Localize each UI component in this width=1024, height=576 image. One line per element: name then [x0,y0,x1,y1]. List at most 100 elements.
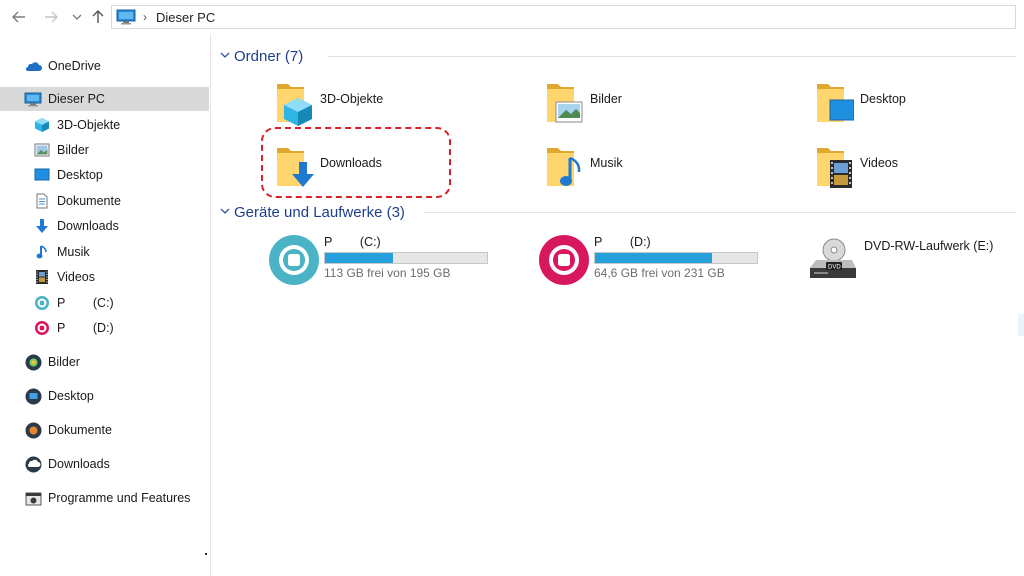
sidebar-item-label: Dokumente [48,423,112,437]
drive-c-icon [268,234,320,286]
music-note-icon [33,243,51,261]
chevron-down-icon [220,207,234,218]
drive-d-icon [33,319,51,337]
breadcrumb-dieser-pc[interactable]: Dieser PC [156,10,215,25]
sidebar-item-videos[interactable]: Videos [0,265,209,289]
sidebar-item-bilder[interactable]: Bilder [0,138,209,162]
navigation-pane: OneDrive Dieser PC 3D-Objekte Bilder Des… [0,34,211,576]
drive-tile-dvd[interactable]: DVD DVD-RW-Laufwerk (E:) [808,238,1008,298]
drive-free-space: 64,6 GB frei von 231 GB [594,266,725,280]
folder-tile-desktop[interactable]: Desktop [814,78,1014,134]
folder-pictures-icon [544,78,584,130]
group-title: Geräte und Laufwerke (3) [234,203,405,221]
sidebar-item-musik[interactable]: Musik [0,240,209,264]
sidebar-item-dokumente-app[interactable]: Dokumente [0,418,209,442]
group-header-folders[interactable]: Ordner (7) [220,45,1020,67]
address-toolbar: › Dieser PC [0,0,1024,34]
breadcrumb-separator: › [143,10,147,24]
sidebar-item-label: Desktop [57,168,103,182]
arrow-up-icon [92,10,104,23]
drive-name: P (D:) [594,235,651,249]
arrow-right-icon [45,11,58,23]
folder-music-icon [544,142,584,194]
sidebar-item-label: Bilder [57,143,89,157]
dvd-drive-icon: DVD [808,238,860,290]
address-bar[interactable]: › Dieser PC [111,5,1016,29]
chevron-down-icon [220,51,234,62]
sidebar-item-label: OneDrive [48,59,101,73]
scroll-edge [1018,314,1024,336]
film-icon [33,268,51,286]
sidebar-item-onedrive[interactable]: OneDrive [0,54,209,78]
sidebar-item-label: P (C:) [57,296,114,310]
sidebar-item-dokumente[interactable]: Dokumente [0,189,209,213]
monitor-icon [116,9,136,25]
folder-tile-bilder[interactable]: Bilder [544,78,744,134]
sidebar-item-dieser-pc[interactable]: Dieser PC [0,87,209,111]
download-arrow-icon [33,217,51,235]
scroll-indicator [205,553,207,555]
sidebar-item-label: Programme und Features [48,491,191,505]
drive-tile-c[interactable]: P (C:) 113 GB frei von 195 GB [268,234,508,294]
arrow-left-icon [12,11,25,23]
control-panel-icon [24,489,42,507]
folder-videos-icon [814,142,854,194]
back-button[interactable] [10,8,28,26]
folder-name: Bilder [590,92,622,106]
sidebar-item-desktop-app[interactable]: Desktop [0,384,209,408]
desktop-icon [33,166,51,184]
sidebar-item-label: Downloads [57,219,119,233]
document-icon [33,192,51,210]
sidebar-item-label: Dieser PC [48,92,105,106]
folder-name: Musik [590,156,623,170]
round-app-icon [24,353,42,371]
sidebar-item-label: Desktop [48,389,94,403]
sidebar-item-drive-d[interactable]: P (D:) [0,316,209,340]
forward-button[interactable] [42,8,60,26]
drive-tile-d[interactable]: P (D:) 64,6 GB frei von 231 GB [538,234,778,294]
group-divider [424,212,1016,213]
picture-icon [33,141,51,159]
group-divider [328,56,1016,57]
round-app-icon [24,455,42,473]
round-app-icon [24,387,42,405]
sidebar-item-drive-c[interactable]: P (C:) [0,291,209,315]
round-app-icon [24,421,42,439]
monitor-icon [24,90,42,108]
chevron-down-icon [72,14,82,20]
sidebar-item-label: Videos [57,270,95,284]
drive-usage-fill [595,253,712,263]
drive-c-icon [33,294,51,312]
drive-usage-bar [594,252,758,264]
recent-locations-button[interactable] [68,8,86,26]
folder-name: Videos [860,156,898,170]
highlight-annotation [261,127,451,198]
sidebar-item-label: 3D-Objekte [57,118,121,132]
folder-name: 3D-Objekte [320,92,384,106]
drive-usage-fill [325,253,394,263]
folder-tile-videos[interactable]: Videos [814,142,1014,198]
sidebar-item-label: Dokumente [57,194,121,208]
group-title: Ordner (7) [234,47,304,65]
folder-tile-musik[interactable]: Musik [544,142,744,198]
sidebar-item-programme-und-features[interactable]: Programme und Features [0,486,209,510]
folder-tile-3d-objekte[interactable]: 3D-Objekte [274,78,474,134]
group-header-drives[interactable]: Geräte und Laufwerke (3) [220,201,1020,223]
up-button[interactable] [89,8,107,26]
sidebar-item-bilder-app[interactable]: Bilder [0,350,209,374]
folder-name: Desktop [860,92,906,106]
drive-name: P (C:) [324,235,381,249]
sidebar-item-3d-objekte[interactable]: 3D-Objekte [0,113,209,137]
sidebar-item-desktop[interactable]: Desktop [0,163,209,187]
sidebar-item-downloads[interactable]: Downloads [0,214,209,238]
cloud-icon [24,57,42,75]
sidebar-item-label: Downloads [48,457,110,471]
sidebar-item-label: P (D:) [57,321,114,335]
drive-d-icon [538,234,590,286]
sidebar-item-downloads-app[interactable]: Downloads [0,452,209,476]
drive-usage-bar [324,252,488,264]
sidebar-item-label: Bilder [48,355,80,369]
content-pane: Ordner (7) 3D-Objekte Bilder Desktop Dow… [212,34,1024,576]
folder-desktop-icon [814,78,855,130]
folder-3d-icon [274,78,314,130]
